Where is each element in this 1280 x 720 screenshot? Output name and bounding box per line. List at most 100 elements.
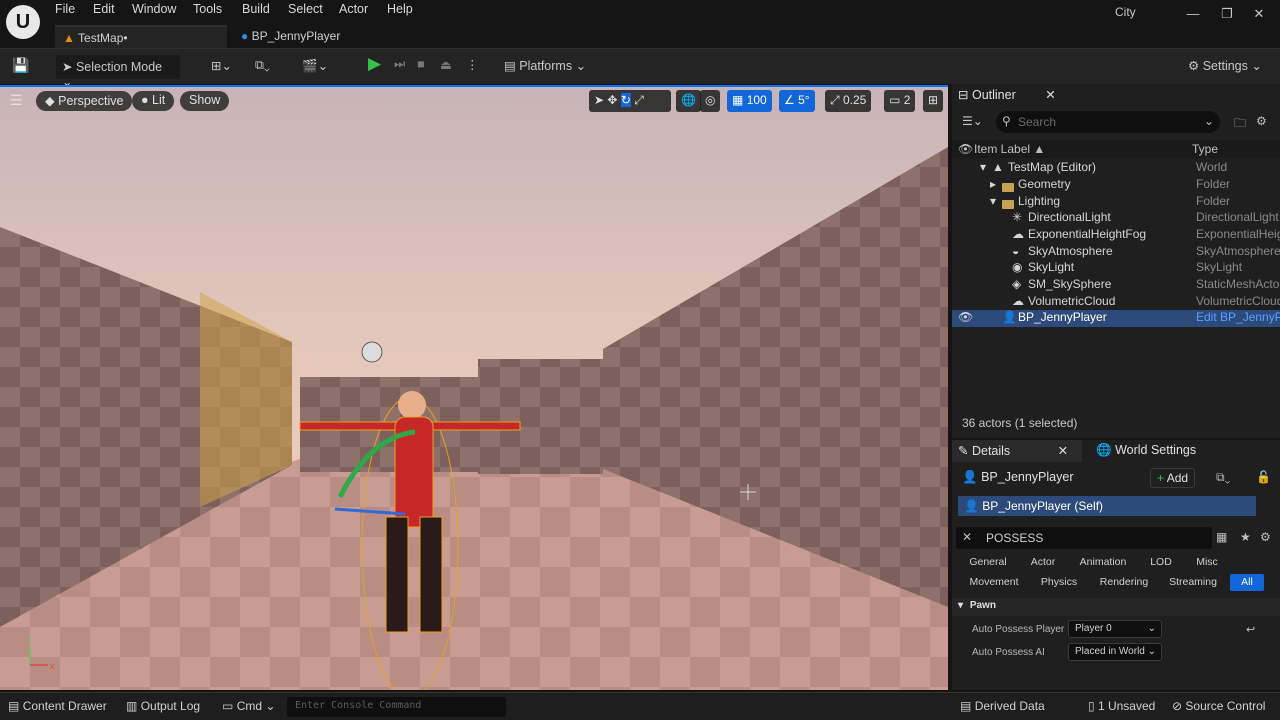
source-control-button[interactable]: ⊘ Source Control [1172,699,1265,713]
close-icon[interactable]: ✕ [1045,88,1055,102]
filter-chip[interactable]: LOD [1146,554,1176,571]
lit-button[interactable]: ● Lit [132,91,175,111]
outliner-tab[interactable]: ⊟ Outliner ✕ [952,84,1082,106]
scale-snap-toggle[interactable]: ⤢ 0.25 [825,90,872,112]
filter-chip[interactable]: Streaming [1166,574,1220,591]
advance-frame-icon[interactable]: ⏭ [394,57,405,81]
outliner-row-selected[interactable]: 👁 👤 BP_JennyPlayer Edit BP_JennyPlayer [952,310,1280,327]
angle-snap-value[interactable]: 5° [798,93,809,107]
angle-snap-toggle[interactable]: ∠ 5° [779,90,815,112]
menu-file[interactable]: File [55,2,75,20]
col-type[interactable]: Type [1192,142,1218,156]
add-folder-icon[interactable]: 🗀 [1234,114,1246,135]
blueprint-options-icon[interactable]: ⧉⌄ [1216,470,1230,485]
filter-chip[interactable]: Misc [1192,554,1222,571]
reset-to-default-icon[interactable]: ↩ [1246,623,1255,636]
move-tool-icon[interactable]: ✥ [607,93,617,107]
details-search[interactable]: ✕ POSSESS [956,527,1212,549]
world-local-icon[interactable]: 🌐 [676,90,701,112]
stop-icon[interactable]: ■ [417,57,425,81]
visibility-icon[interactable]: 👁 [958,310,973,324]
outliner-row[interactable]: ☁ VolumetricCloud VolumetricCloud [952,294,1280,311]
select-tool-icon[interactable]: ➤ [594,93,604,107]
filter-chip[interactable]: Animation [1078,554,1128,571]
blueprints-icon[interactable]: ⧉⌄ [255,58,270,82]
console-input[interactable]: Enter Console Command [287,697,506,717]
lock-icon[interactable]: 🔓 [1256,470,1271,484]
minimize-icon[interactable]: — [1184,6,1202,24]
clear-search-icon[interactable]: ✕ [962,530,972,544]
play-options-icon[interactable]: ⋮ [466,57,479,81]
gear-icon[interactable]: ⚙ [1260,530,1271,544]
outliner-row[interactable]: ◒ SkyAtmosphere SkyAtmosphere [952,244,1280,261]
outliner-row[interactable]: ▾ Lighting Folder [952,194,1280,211]
perspective-button[interactable]: ◆ Perspective [36,91,133,111]
tab-testmap[interactable]: ▲ TestMap• [55,25,227,48]
rotate-tool-icon[interactable]: ↻ [620,93,631,107]
camera-speed-button[interactable]: ▭ 2 [884,90,916,112]
grid-snap-toggle[interactable]: ▦ 100 [727,90,772,112]
close-window-icon[interactable]: ✕ [1250,6,1268,24]
expand-icon[interactable]: ▾ [990,194,996,208]
filter-chip[interactable]: Actor [1026,554,1060,571]
eject-icon[interactable]: ⏏ [440,57,452,81]
scale-snap-value[interactable]: 0.25 [843,93,866,107]
maximize-icon[interactable]: ❐ [1218,6,1236,24]
table-view-icon[interactable]: ▦ [1216,530,1227,544]
expand-icon[interactable]: ▸ [990,177,996,191]
filter-chip[interactable]: General [966,554,1010,571]
grid-snap-value[interactable]: 100 [747,93,767,107]
outliner-row[interactable]: ▾ ▲ TestMap (Editor) World [952,160,1280,177]
auto-possess-player-dropdown[interactable]: Player 0 ⌄ [1068,620,1162,638]
viewport-layout-icon[interactable]: ⊞ [923,90,944,112]
details-tab[interactable]: ✎ Details ✕ [952,440,1082,462]
content-drawer-button[interactable]: ▤ Content Drawer [8,699,107,713]
edit-blueprint-link[interactable]: Edit BP_JennyPlayer [1196,310,1280,324]
transform-tools[interactable]: ➤ ✥ ↻ ⤢ [589,90,671,112]
col-item-label[interactable]: Item Label ▲ [974,142,1045,156]
category-pawn[interactable]: ▾ Pawn [952,598,1280,616]
expand-icon[interactable]: ▾ [980,160,986,174]
settings-button[interactable]: ⚙ Settings ⌄ [1188,58,1262,82]
filter-icon[interactable]: ☰⌄ [962,114,983,128]
outliner-row[interactable]: ☁ ExponentialHeightFog ExponentialHeight… [952,227,1280,244]
filter-chip[interactable]: Movement [966,574,1022,591]
viewport-menu-icon[interactable]: ☰ [10,92,23,109]
outliner-row[interactable]: ✳ DirectionalLight DirectionalLight [952,210,1280,227]
cmd-dropdown[interactable]: ▭ Cmd ⌄ [222,699,275,713]
play-icon[interactable]: ▶ [368,54,381,78]
show-button[interactable]: Show [180,91,230,111]
menu-build[interactable]: Build [242,2,270,20]
derived-data-button[interactable]: ▤ Derived Data [960,699,1045,713]
add-component-button[interactable]: + Add [1150,468,1196,488]
filter-chip[interactable]: Physics [1036,574,1082,591]
output-log-button[interactable]: ▥ Output Log [126,699,200,713]
filter-chip[interactable]: Rendering [1098,574,1150,591]
surface-snap-icon[interactable]: ◎ [700,90,721,112]
tab-bp-jennyplayer[interactable]: ● BP_JennyPlayer [233,25,393,48]
star-icon[interactable]: ★ [1240,530,1251,544]
outliner-row[interactable]: ◉ SkyLight SkyLight [952,260,1280,277]
outliner-search[interactable]: ⚲ Search ⌄ [996,111,1220,133]
menu-help[interactable]: Help [387,2,413,20]
level-viewport[interactable]: z x ☰ ◆ Perspective ● Lit Show ➤ ✥ ↻ ⤢ 🌐… [0,85,948,690]
selection-mode-dropdown[interactable]: ➤ Selection Mode ⌄ [56,55,180,89]
cinematics-icon[interactable]: 🎬⌄ [302,58,328,82]
auto-possess-ai-dropdown[interactable]: Placed in World ⌄ [1068,643,1162,661]
outliner-row[interactable]: ◈ SM_SkySphere StaticMeshActor [952,277,1280,294]
menu-edit[interactable]: Edit [93,2,115,20]
menu-select[interactable]: Select [288,2,323,20]
unsaved-button[interactable]: ▯ 1 Unsaved [1088,699,1155,713]
menu-window[interactable]: Window [132,2,176,20]
save-icon[interactable]: 💾 [12,57,29,81]
unreal-logo-icon[interactable]: U [6,5,40,39]
add-content-icon[interactable]: ⊞⌄ [211,58,232,82]
platforms-button[interactable]: ▤ Platforms ⌄ [504,58,586,82]
menu-actor[interactable]: Actor [339,2,368,20]
scale-tool-icon[interactable]: ⤢ [634,93,644,107]
menu-tools[interactable]: Tools [193,2,222,20]
outliner-row[interactable]: ▸ Geometry Folder [952,177,1280,194]
filter-chip-all[interactable]: All [1230,574,1264,591]
world-settings-tab[interactable]: 🌐 World Settings [1090,440,1202,462]
component-self-item[interactable]: 👤 BP_JennyPlayer (Self) [958,496,1256,516]
